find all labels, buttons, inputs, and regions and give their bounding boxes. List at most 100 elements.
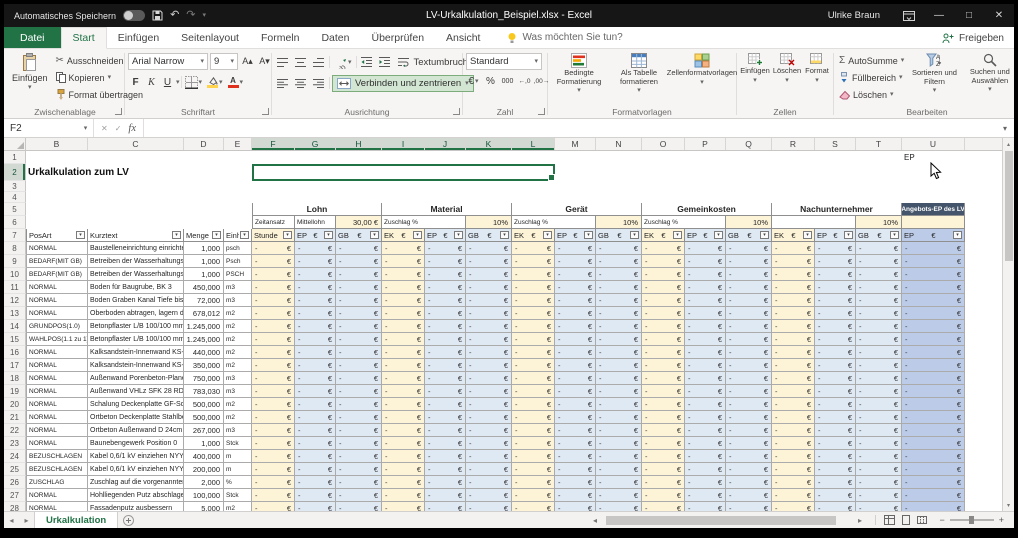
cell-value-M[interactable]: - € xyxy=(555,489,596,502)
save-icon[interactable] xyxy=(152,10,163,21)
cell-posart[interactable]: GRUNDPOS(1.0) xyxy=(26,320,88,333)
cell-value-G[interactable]: - € xyxy=(295,502,336,511)
cell-value-T[interactable]: - € xyxy=(856,463,902,476)
cell-value-O[interactable]: - € xyxy=(642,476,685,489)
name-box[interactable]: F2 xyxy=(4,119,78,137)
cell-value-P[interactable]: - € xyxy=(685,294,726,307)
cell-kurztext[interactable]: Ortbeton Außenwand D 24cm S xyxy=(88,424,184,437)
cell-value-R[interactable]: - € xyxy=(772,463,815,476)
cell-kurztext[interactable]: Kabel 0,6/1 kV einziehen NYY 4x xyxy=(88,463,184,476)
cell-menge[interactable]: 1,000 xyxy=(184,437,224,450)
increase-indent-button[interactable] xyxy=(377,54,393,70)
cell-value-O[interactable]: - € xyxy=(642,463,685,476)
row-number-17[interactable]: 17 xyxy=(4,359,26,372)
cell-value-H[interactable]: - € xyxy=(336,385,382,398)
cell-value-K[interactable]: - € xyxy=(466,294,512,307)
cell-value-H[interactable]: - € xyxy=(336,320,382,333)
cell-value-P[interactable]: - € xyxy=(685,320,726,333)
row-number-26[interactable]: 26 xyxy=(4,476,26,489)
filter-header-E[interactable]: Einheit▾ xyxy=(224,229,252,242)
zoom-in-icon[interactable]: + xyxy=(999,515,1004,525)
cell-einheit[interactable]: m2 xyxy=(224,411,252,424)
normal-view-icon[interactable] xyxy=(884,515,896,525)
cell-value-J[interactable]: - € xyxy=(425,463,466,476)
cell-value-R[interactable]: - € xyxy=(772,476,815,489)
cell-einheit[interactable]: m2 xyxy=(224,320,252,333)
cell-einheit[interactable]: m3 xyxy=(224,294,252,307)
filter-dropdown-icon[interactable]: ▾ xyxy=(76,231,85,239)
cell-value-I[interactable]: - € xyxy=(382,385,425,398)
cell-value-L[interactable]: - € xyxy=(512,463,555,476)
cell-value-L[interactable]: - € xyxy=(512,450,555,463)
cell-value-P[interactable]: - € xyxy=(685,398,726,411)
cell-value-J[interactable]: - € xyxy=(425,398,466,411)
filter-header-N[interactable]: GB € ▾ xyxy=(596,229,642,242)
cell-value-O[interactable]: - € xyxy=(642,268,685,281)
cell-value-T[interactable]: - € xyxy=(856,372,902,385)
cell-value-I[interactable]: - € xyxy=(382,450,425,463)
cell-styles-button[interactable]: Zellenformatvorlagen ▾ xyxy=(667,51,737,88)
filter-header-S[interactable]: EP € ▾ xyxy=(815,229,856,242)
column-header-T[interactable]: T xyxy=(856,138,902,150)
cell-value-L[interactable]: - € xyxy=(512,320,555,333)
row-number-16[interactable]: 16 xyxy=(4,346,26,359)
cell-value-J[interactable]: - € xyxy=(425,450,466,463)
scroll-down-icon[interactable]: ▾ xyxy=(1003,499,1014,511)
cell-value-S[interactable]: - € xyxy=(815,372,856,385)
share-button[interactable]: Freigeben xyxy=(942,27,1004,49)
cell-value-U[interactable]: - € xyxy=(902,281,965,294)
cell-value-F[interactable]: - € xyxy=(252,489,295,502)
cell-value-G[interactable]: - € xyxy=(295,476,336,489)
cell-menge[interactable]: 100,000 xyxy=(184,489,224,502)
cell-value-P[interactable]: - € xyxy=(685,437,726,450)
cell-kurztext[interactable]: Schalung Deckenplatte GF-Schalung xyxy=(88,398,184,411)
cell-value-I[interactable]: - € xyxy=(382,424,425,437)
cell-value-K[interactable]: - € xyxy=(466,320,512,333)
filter-header-R[interactable]: EK € ▾ xyxy=(772,229,815,242)
cell-value-L[interactable]: - € xyxy=(512,346,555,359)
cell-value-J[interactable]: - € xyxy=(425,424,466,437)
cell-value-G[interactable]: - € xyxy=(295,346,336,359)
cell-value-P[interactable]: - € xyxy=(685,281,726,294)
cell-posart[interactable]: BEZUSCHLAGEN xyxy=(26,463,88,476)
cell-value-R[interactable]: - € xyxy=(772,294,815,307)
cell-value-M[interactable]: - € xyxy=(555,294,596,307)
column-header-G[interactable]: G xyxy=(295,138,336,150)
cell-posart[interactable]: NORMAL xyxy=(26,489,88,502)
find-select-button[interactable]: Suchen und Auswählen ▾ xyxy=(963,51,1014,95)
sheet-tab-urkalkulation[interactable]: Urkalkulation xyxy=(34,512,119,528)
cell-value-N[interactable]: - € xyxy=(596,411,642,424)
cell-value-T[interactable]: - € xyxy=(856,255,902,268)
cell-value-I[interactable]: - € xyxy=(382,320,425,333)
confirm-entry-icon[interactable]: ✓ xyxy=(115,124,122,133)
cell-value-S[interactable]: - € xyxy=(815,502,856,511)
autosum-button[interactable]: Σ AutoSumme ▾ xyxy=(837,53,906,68)
column-header-S[interactable]: S xyxy=(815,138,856,150)
cell-value-Q[interactable]: - € xyxy=(726,281,772,294)
cell-value-U[interactable]: - € xyxy=(902,463,965,476)
cell-value-Q[interactable]: - € xyxy=(726,294,772,307)
cell-kurztext[interactable]: Boden Graben Kanal Tiefe bis 1 xyxy=(88,294,184,307)
filter-dropdown-icon[interactable]: ▾ xyxy=(889,231,899,239)
cell-value-Q[interactable]: - € xyxy=(726,268,772,281)
cell-value-U[interactable]: - € xyxy=(902,398,965,411)
column-header-F[interactable]: F xyxy=(252,138,295,150)
cell-value-K[interactable]: - € xyxy=(466,333,512,346)
cell-value-F[interactable]: - € xyxy=(252,372,295,385)
decrease-indent-button[interactable] xyxy=(359,54,375,70)
filter-header-K[interactable]: GB € ▾ xyxy=(466,229,512,242)
cell-value-O[interactable]: - € xyxy=(642,346,685,359)
cell-value-U[interactable]: - € xyxy=(902,450,965,463)
cell-value-I[interactable]: - € xyxy=(382,372,425,385)
cell-value-N[interactable]: - € xyxy=(596,489,642,502)
cell-value-T[interactable]: - € xyxy=(856,437,902,450)
cell-value-L[interactable]: - € xyxy=(512,411,555,424)
cell-kurztext[interactable]: Zuschlag auf die vorgenannten Positionen xyxy=(88,476,184,489)
cell-mittellohn-value[interactable]: 30,00 € xyxy=(336,216,382,229)
cell-value-F[interactable]: - € xyxy=(252,294,295,307)
cell-value-J[interactable]: - € xyxy=(425,411,466,424)
cell-value-N[interactable]: - € xyxy=(596,359,642,372)
cell-value-R[interactable]: - € xyxy=(772,502,815,511)
cell-value-F[interactable]: - € xyxy=(252,320,295,333)
cell-value-P[interactable]: - € xyxy=(685,307,726,320)
